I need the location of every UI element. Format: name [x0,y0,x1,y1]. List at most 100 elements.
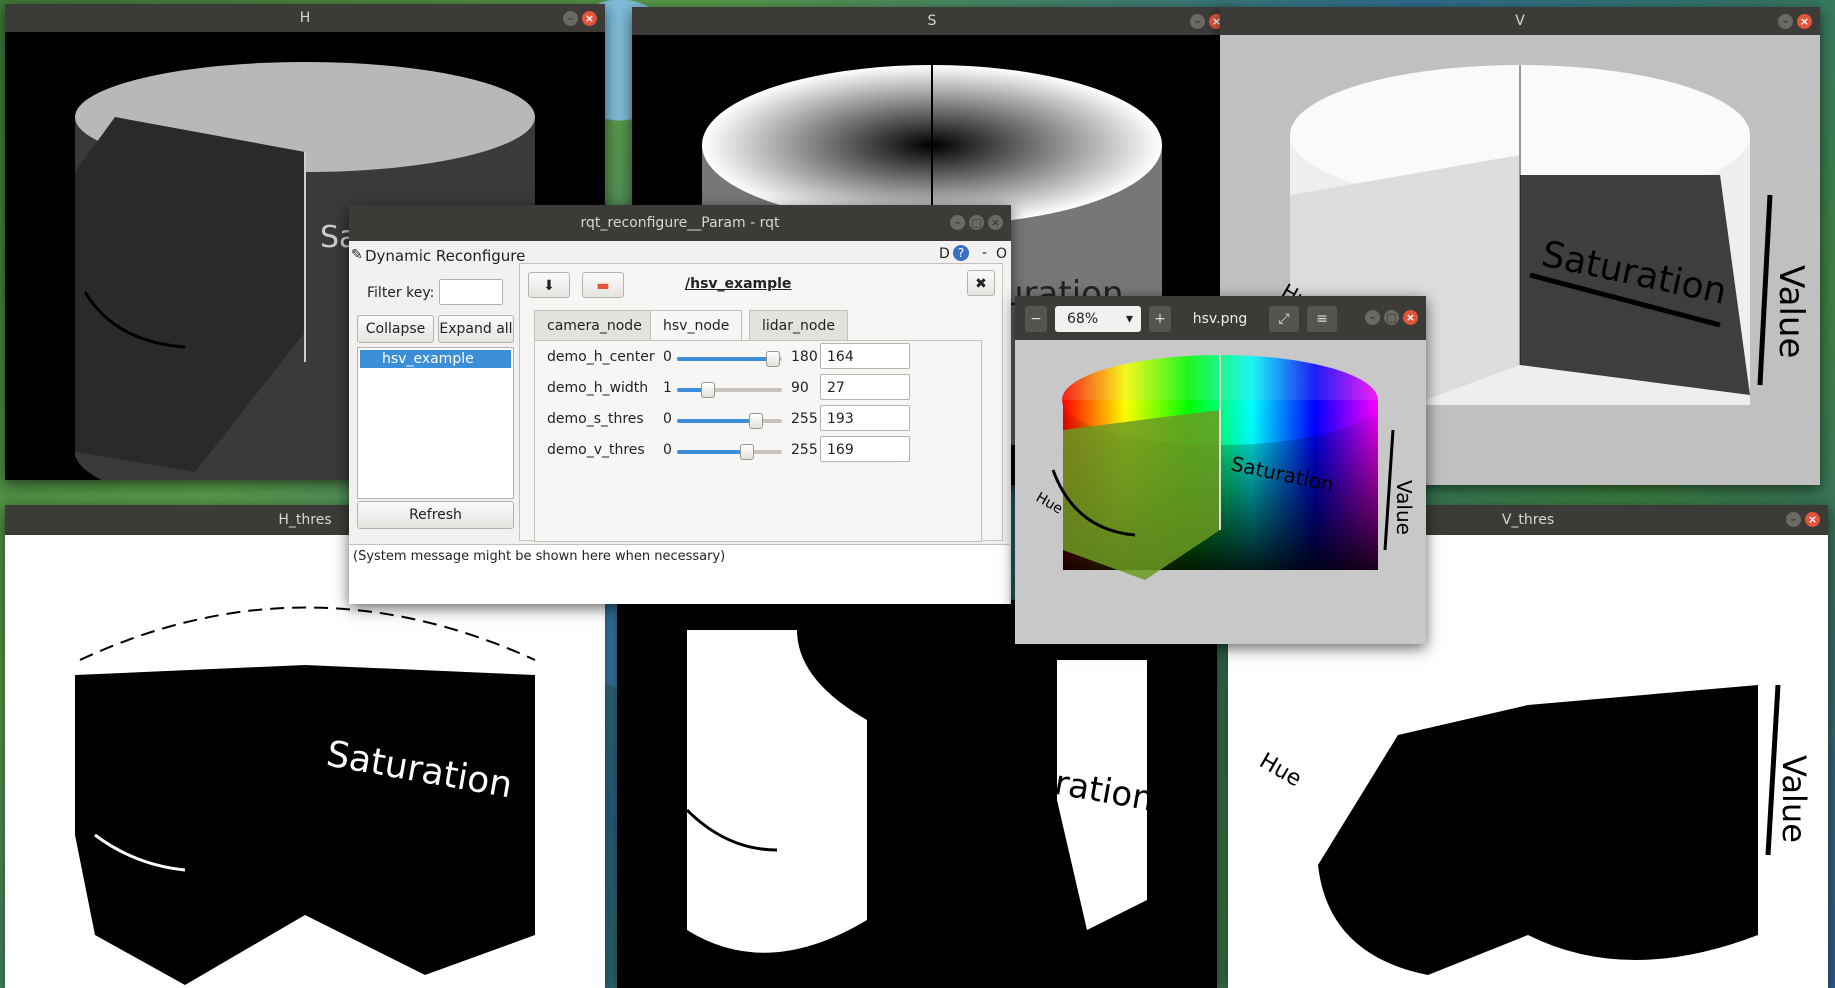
param-max: 90 [791,380,809,396]
param-value-input[interactable]: 193 [820,405,910,431]
slider-handle[interactable] [739,444,754,460]
param-row: demo_v_thres 0 255 169 [535,434,981,464]
minimize-icon[interactable]: – [1786,512,1801,527]
param-max: 180 [791,349,818,365]
param-name: demo_s_thres [547,411,644,427]
viewer-hue: Hue [1033,490,1065,518]
plugin-minimize-button[interactable]: - [982,245,987,261]
expand-all-button[interactable]: Expand all [438,315,514,343]
s-titlebar[interactable]: S – × [632,7,1232,35]
param-row: demo_h_center 0 180 164 [535,341,981,371]
rqt-body: ✎ Dynamic Reconfigure D ? - O Filter key… [349,241,1011,604]
zoom-in-button[interactable]: + [1149,306,1171,332]
node-panel: ⬇ ▬ /hsv_example ✖ camera_node hsv_node … [519,263,1003,542]
slider-handle[interactable] [765,351,780,367]
param-name: demo_v_thres [547,442,645,458]
v-image-value: Value [1771,265,1811,358]
slider-handle[interactable] [749,413,764,429]
param-value-input[interactable]: 169 [820,436,910,462]
slider-fill [677,357,773,361]
open-folder-icon[interactable]: ▬ [582,272,624,298]
image-viewer-window: − 68% ▾ + hsv.png ⤢ ≡ – □ × Saturation V… [1015,296,1426,644]
minimize-icon[interactable]: – [1778,14,1793,29]
refresh-button[interactable]: Refresh [357,501,514,529]
param-row: demo_s_thres 0 255 193 [535,403,981,433]
zoom-value: 68% [1067,311,1099,327]
close-icon[interactable]: × [1805,512,1820,527]
param-slider[interactable] [677,382,782,398]
param-min: 0 [663,349,672,365]
close-icon[interactable]: × [1403,310,1418,325]
close-node-icon[interactable]: ✖ [967,270,995,296]
v-thres-saturation: Saturation [1538,758,1694,793]
close-icon[interactable]: × [1797,14,1812,29]
window-title: rqt_reconfigure__Param - rqt [580,215,780,231]
param-min: 0 [663,411,672,427]
plugin-icon: ✎ [351,247,363,263]
minimize-icon[interactable]: – [563,11,578,26]
close-icon[interactable]: × [988,215,1003,230]
v-thres-hue: Hue [1255,749,1306,793]
viewer-image: Saturation Value Hue [1015,340,1426,644]
minimize-icon[interactable]: – [1365,310,1380,325]
s-thres-window: Saturation [617,600,1217,988]
system-message-area: (System message might be shown here when… [349,544,1009,604]
param-min: 0 [663,442,672,458]
slider-handle[interactable] [700,382,715,398]
system-message: (System message might be shown here when… [353,549,726,564]
v-titlebar[interactable]: V – × [1220,7,1820,35]
node-tree: hsv_example [357,347,514,499]
slider-fill [677,450,747,454]
tab-bar: camera_node hsv_node lidar_node [534,310,994,341]
s-thres-image: Saturation [617,600,1217,988]
window-title: H [299,10,311,26]
plugin-options-button[interactable]: O [996,246,1007,262]
rqt-window: rqt_reconfigure__Param - rqt – □ × ✎ Dynam… [349,205,1011,604]
filter-label: Filter key: [367,285,435,301]
tab-camera-node[interactable]: camera_node [534,310,655,340]
minimize-icon[interactable]: – [1190,14,1205,29]
tree-item-hsv-example[interactable]: hsv_example [360,350,511,368]
zoom-out-button[interactable]: − [1025,306,1047,332]
viewer-headerbar[interactable]: − 68% ▾ + hsv.png ⤢ ≡ – □ × [1015,296,1426,340]
param-max: 255 [791,442,818,458]
param-row: demo_h_width 1 90 27 [535,372,981,402]
param-max: 255 [791,411,818,427]
plugin-d-button[interactable]: D [939,246,950,262]
node-title: /hsv_example [685,276,792,292]
tab-hsv-node[interactable]: hsv_node [650,310,743,341]
minimize-icon[interactable]: – [950,215,965,230]
filter-input[interactable] [439,279,503,305]
slider-fill [677,419,757,423]
viewer-filename: hsv.png [1192,311,1248,327]
param-name: demo_h_width [547,380,649,396]
viewer-value: Value [1392,480,1416,535]
param-min: 1 [663,380,672,396]
params-area: demo_h_center 0 180 164 demo_h_width 1 9… [534,340,982,542]
param-value-input[interactable]: 164 [820,343,910,369]
maximize-icon[interactable]: □ [969,215,984,230]
save-icon[interactable]: ⬇ [528,272,570,298]
window-title: V_thres [1501,512,1555,528]
collapse-all-button[interactable]: Collapse all [357,315,434,363]
param-slider[interactable] [677,444,782,460]
param-slider[interactable] [677,413,782,429]
v-thres-value: Value [1775,755,1813,843]
chevron-down-icon: ▾ [1125,311,1133,327]
param-value-input[interactable]: 27 [820,374,910,400]
tab-lidar-node[interactable]: lidar_node [749,310,848,340]
zoom-select[interactable]: 68% ▾ [1055,306,1141,332]
maximize-icon[interactable]: □ [1384,310,1399,325]
rqt-titlebar[interactable]: rqt_reconfigure__Param - rqt – □ × [349,205,1011,241]
help-icon[interactable]: ? [953,245,969,261]
window-title: S [927,13,937,29]
window-title: H_thres [278,512,332,528]
menu-icon[interactable]: ≡ [1307,306,1337,332]
h-titlebar[interactable]: H – × [5,4,605,32]
close-icon[interactable]: × [582,11,597,26]
param-slider[interactable] [677,351,782,367]
plugin-label: Dynamic Reconfigure [365,247,526,265]
window-title: V [1515,13,1525,29]
param-name: demo_h_center [547,349,655,365]
fullscreen-icon[interactable]: ⤢ [1269,306,1299,332]
